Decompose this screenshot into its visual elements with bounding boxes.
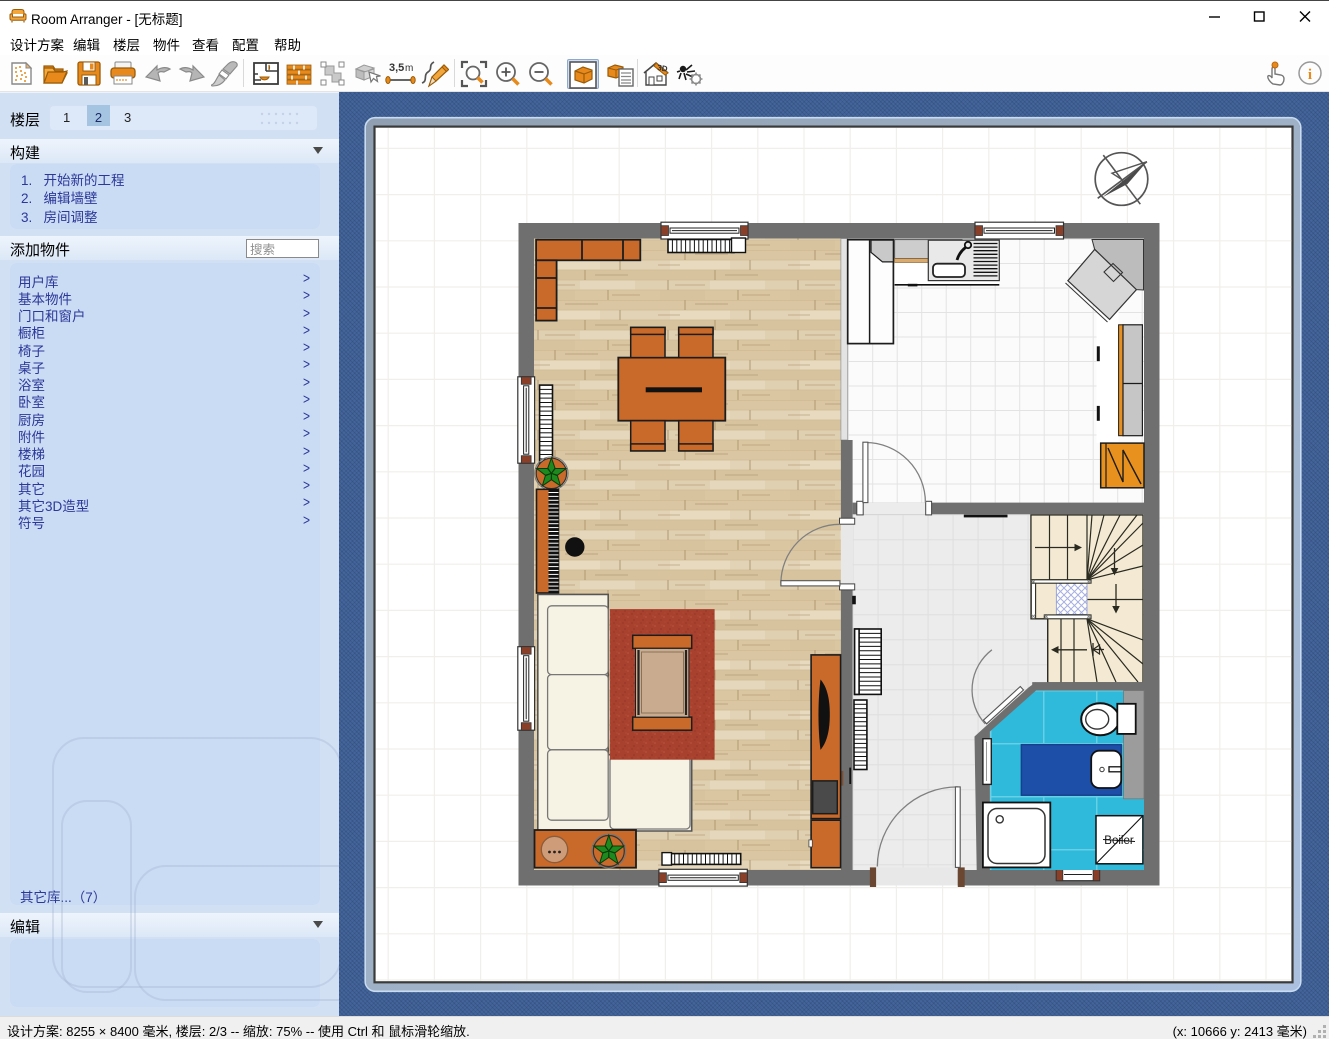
svg-text:m: m <box>405 63 413 74</box>
svg-text:3D: 3D <box>657 63 669 74</box>
svg-text:3,5: 3,5 <box>389 62 404 74</box>
svg-text:i: i <box>1308 67 1312 83</box>
